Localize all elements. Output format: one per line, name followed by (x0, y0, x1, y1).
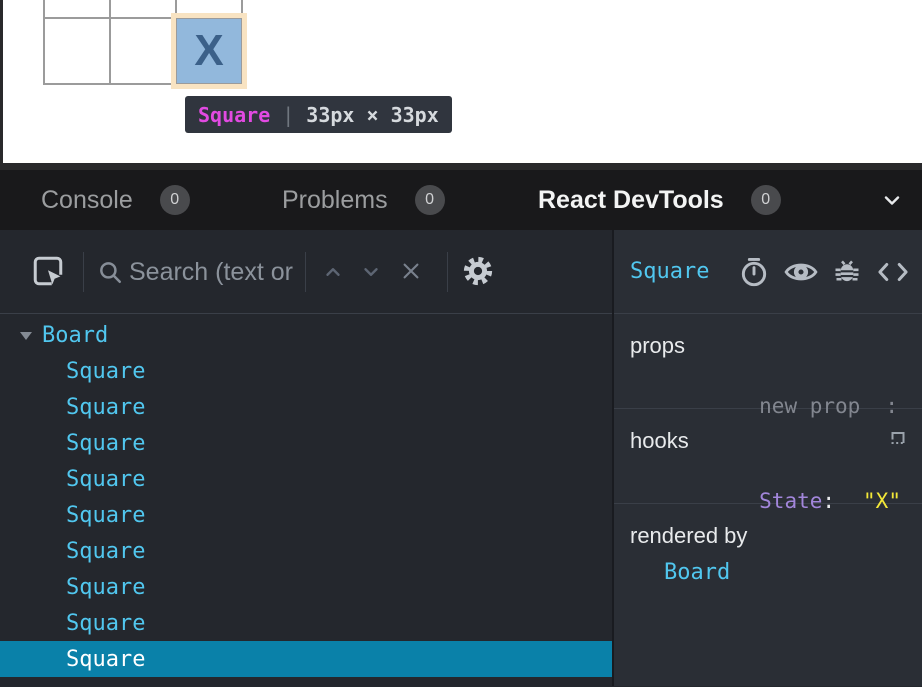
tab-label: Problems (282, 186, 388, 215)
search-input[interactable] (127, 251, 299, 293)
tab-problems[interactable]: Problems 0 (282, 170, 445, 230)
inspect-dom-eye-icon[interactable] (784, 255, 818, 289)
tree-row-square[interactable]: Square (0, 353, 612, 389)
tab-react-devtools[interactable]: React DevTools 0 (538, 170, 781, 230)
tree-row-square[interactable]: Square (0, 641, 612, 677)
board-cell[interactable] (110, 0, 176, 18)
tree-row-label: Square (66, 647, 145, 672)
tree-row-square[interactable]: Square (0, 497, 612, 533)
tab-console[interactable]: Console 0 (41, 170, 190, 230)
page-left-border (0, 0, 3, 163)
hooks-section-label: hooks (630, 428, 906, 454)
tooltip-dimensions: 33px × 33px (306, 103, 438, 127)
tooltip-separator: | (282, 103, 294, 127)
rendered-by-board-link[interactable]: Board (630, 560, 906, 585)
tree-row-square[interactable]: Square (0, 533, 612, 569)
inspected-element-panel: Square props new prop:"" hooks (614, 230, 922, 686)
tree-row-label: Square (66, 575, 145, 600)
clear-search-icon[interactable] (400, 260, 422, 282)
previous-result-icon[interactable] (322, 261, 344, 283)
gear-icon[interactable] (462, 255, 494, 287)
window-separator (0, 163, 922, 170)
board-grid: X (43, 0, 243, 85)
props-section-label: props (630, 333, 906, 359)
tooltip-component-name: Square (198, 103, 270, 127)
board-cell[interactable] (110, 18, 176, 84)
chevron-down-icon[interactable] (880, 188, 904, 212)
board-cell[interactable] (176, 0, 242, 18)
board-cell[interactable] (44, 18, 110, 84)
inspected-toolbar: Square (614, 230, 922, 314)
search-icon (97, 259, 123, 285)
tab-bar: Console 0 Problems 0 React DevTools 0 (0, 170, 922, 230)
tree-row-square[interactable]: Square (0, 389, 612, 425)
toolbar-divider (305, 252, 306, 292)
inspected-actions (738, 255, 910, 289)
parse-hook-names-icon[interactable] (886, 426, 910, 450)
toolbar-divider (447, 252, 448, 292)
debug-bug-icon[interactable] (832, 257, 862, 287)
component-tree: Board Square Square Square Square Square… (0, 315, 612, 686)
tab-label: React DevTools (538, 186, 724, 215)
tree-row-square[interactable]: Square (0, 569, 612, 605)
hooks-section: hooks State:"X" (614, 409, 922, 504)
tree-row-square[interactable]: Square (0, 605, 612, 641)
expander-triangle-icon[interactable] (20, 332, 32, 340)
tree-row-board[interactable]: Board (0, 317, 612, 353)
board-cell-x[interactable]: X (176, 18, 242, 84)
next-result-icon[interactable] (360, 261, 382, 283)
tree-row-square[interactable]: Square (0, 425, 612, 461)
tree-row-label: Square (66, 359, 145, 384)
components-tree-panel: Board Square Square Square Square Square… (0, 230, 612, 686)
rendered-by-label: rendered by (630, 523, 906, 549)
tree-row-label: Square (66, 611, 145, 636)
rendered-by-section: rendered by Board (614, 504, 922, 687)
tab-count-badge: 0 (160, 185, 190, 215)
suspend-timer-icon[interactable] (738, 256, 770, 288)
tree-row-label: Square (66, 503, 145, 528)
toolbar-divider (83, 252, 84, 292)
tree-row-label: Square (66, 395, 145, 420)
react-devtools-panel: Board Square Square Square Square Square… (0, 230, 922, 686)
view-source-code-icon[interactable] (876, 257, 910, 287)
tree-row-label: Board (42, 323, 108, 348)
inspect-tooltip: Square | 33px × 33px (185, 96, 452, 133)
tab-count-badge: 0 (415, 185, 445, 215)
inspected-component-title: Square (630, 259, 709, 284)
tree-row-label: Square (66, 539, 145, 564)
props-section: props new prop:"" (614, 314, 922, 409)
tab-label: Console (41, 186, 133, 215)
tree-toolbar (0, 230, 612, 314)
tree-row-label: Square (66, 467, 145, 492)
tree-row-label: Square (66, 431, 145, 456)
tree-row-square[interactable]: Square (0, 461, 612, 497)
board-cell[interactable] (44, 0, 110, 18)
browser-page: X Square | 33px × 33px (0, 0, 922, 163)
tab-count-badge: 0 (751, 185, 781, 215)
inspect-element-icon[interactable] (30, 253, 66, 289)
